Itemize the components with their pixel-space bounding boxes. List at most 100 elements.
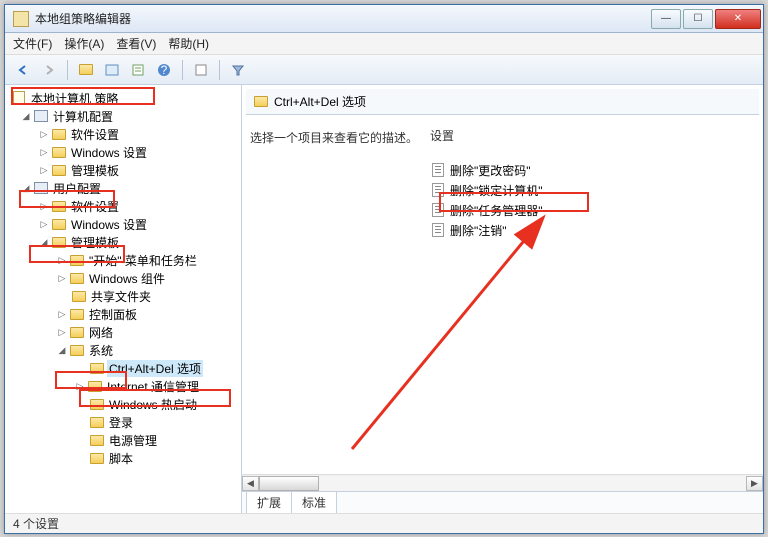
toolbar-separator	[67, 60, 68, 80]
tree-item[interactable]: ▷Windows 组件	[5, 269, 241, 287]
content-area: 本地计算机 策略 ◢计算机配置 ▷软件设置 ▷Windows 设置 ▷管理模板 …	[5, 85, 763, 513]
doc-icon	[11, 91, 27, 105]
collapse-icon[interactable]: ◢	[21, 183, 31, 193]
tree-user-config[interactable]: ◢用户配置	[5, 179, 241, 197]
tree-admin-templates[interactable]: ◢管理模板	[5, 233, 241, 251]
tree-item[interactable]: ▷Windows 设置	[5, 215, 241, 233]
tree-root[interactable]: 本地计算机 策略	[5, 89, 241, 107]
gpedit-window: 本地组策略编辑器 — ☐ ✕ 文件(F) 操作(A) 查看(V) 帮助(H) ?…	[4, 4, 764, 534]
tree-item[interactable]: ▷"开始" 菜单和任务栏	[5, 251, 241, 269]
close-button[interactable]: ✕	[715, 9, 761, 29]
tree-item[interactable]: 共享文件夹	[5, 287, 241, 305]
folder-icon	[89, 397, 105, 411]
titlebar: 本地组策略编辑器 — ☐ ✕	[5, 5, 763, 33]
menubar: 文件(F) 操作(A) 查看(V) 帮助(H)	[5, 33, 763, 55]
help-button[interactable]: ?	[152, 58, 176, 82]
back-button[interactable]	[11, 58, 35, 82]
forward-button[interactable]	[37, 58, 61, 82]
setting-item-logoff[interactable]: 删除"注销"	[430, 220, 759, 240]
folder-icon	[254, 96, 268, 107]
details-header: Ctrl+Alt+Del 选项	[246, 89, 759, 115]
expand-icon[interactable]: ▷	[39, 201, 49, 211]
tab-extended[interactable]: 扩展	[246, 491, 292, 513]
policy-tree: 本地计算机 策略 ◢计算机配置 ▷软件设置 ▷Windows 设置 ▷管理模板 …	[5, 85, 241, 471]
tree-item[interactable]: ▷软件设置	[5, 197, 241, 215]
scroll-track[interactable]	[259, 476, 746, 491]
tree-item[interactable]: ▷Internet 通信管理	[5, 377, 241, 395]
tree-item[interactable]: 脚本	[5, 449, 241, 467]
setting-icon	[430, 182, 446, 198]
tree-item[interactable]: ▷网络	[5, 323, 241, 341]
window-controls: — ☐ ✕	[651, 9, 763, 29]
expand-icon[interactable]: ▷	[75, 381, 85, 391]
window-title: 本地组策略编辑器	[35, 10, 651, 27]
tree-item[interactable]: 电源管理	[5, 431, 241, 449]
menu-view[interactable]: 查看(V)	[116, 35, 156, 52]
collapse-icon[interactable]: ◢	[57, 345, 67, 355]
folder-icon	[69, 343, 85, 357]
folder-icon	[51, 163, 67, 177]
expand-icon[interactable]: ▷	[39, 219, 49, 229]
toolbar-separator	[182, 60, 183, 80]
minimize-button[interactable]: —	[651, 9, 681, 29]
details-body: 选择一个项目来查看它的描述。 设置 删除"更改密码" 删除"锁定计算机" 删除"…	[242, 119, 763, 474]
collapse-icon[interactable]: ◢	[39, 237, 49, 247]
setting-item-change-password[interactable]: 删除"更改密码"	[430, 160, 759, 180]
menu-help[interactable]: 帮助(H)	[168, 35, 209, 52]
folder-icon	[69, 271, 85, 285]
tree-system[interactable]: ◢系统	[5, 341, 241, 359]
folder-icon	[51, 235, 67, 249]
tree-computer-config[interactable]: ◢计算机配置	[5, 107, 241, 125]
tree-item[interactable]: ▷Windows 设置	[5, 143, 241, 161]
expand-icon[interactable]: ▷	[57, 309, 67, 319]
expand-icon[interactable]: ▷	[57, 327, 67, 337]
horizontal-scrollbar[interactable]: ◀ ▶	[242, 474, 763, 491]
tree-item[interactable]: ▷软件设置	[5, 125, 241, 143]
scroll-right-button[interactable]: ▶	[746, 476, 763, 491]
folder-icon	[89, 451, 105, 465]
folder-icon	[87, 379, 103, 393]
folder-icon	[71, 289, 87, 303]
menu-file[interactable]: 文件(F)	[13, 35, 52, 52]
setting-icon	[430, 202, 446, 218]
scroll-thumb[interactable]	[259, 476, 319, 491]
tree-panel: 本地计算机 策略 ◢计算机配置 ▷软件设置 ▷Windows 设置 ▷管理模板 …	[5, 85, 242, 513]
description-text: 选择一个项目来查看它的描述。	[250, 127, 430, 474]
collapse-icon[interactable]: ◢	[21, 111, 31, 121]
export-button[interactable]	[126, 58, 150, 82]
folder-icon	[51, 217, 67, 231]
show-hide-tree-button[interactable]	[100, 58, 124, 82]
setting-item-task-manager[interactable]: 删除"任务管理器"	[430, 200, 759, 220]
folder-icon	[51, 145, 67, 159]
menu-action[interactable]: 操作(A)	[64, 35, 104, 52]
toolbar: ?	[5, 55, 763, 85]
folder-icon	[51, 127, 67, 141]
folder-icon	[89, 361, 105, 375]
app-icon	[13, 11, 29, 27]
setting-item-lock-computer[interactable]: 删除"锁定计算机"	[430, 180, 759, 200]
tree-ctrl-alt-del[interactable]: Ctrl+Alt+Del 选项	[5, 359, 241, 377]
tree-item[interactable]: Windows 热启动	[5, 395, 241, 413]
tree-item[interactable]: ▷控制面板	[5, 305, 241, 323]
settings-list: 设置 删除"更改密码" 删除"锁定计算机" 删除"任务管理器" 删除"注销"	[430, 127, 759, 474]
maximize-button[interactable]: ☐	[683, 9, 713, 29]
tree-item[interactable]: ▷管理模板	[5, 161, 241, 179]
up-button[interactable]	[74, 58, 98, 82]
expand-icon[interactable]: ▷	[57, 273, 67, 283]
column-header-setting[interactable]: 设置	[430, 127, 759, 148]
scroll-left-button[interactable]: ◀	[242, 476, 259, 491]
setting-icon	[430, 162, 446, 178]
tree-item[interactable]: 登录	[5, 413, 241, 431]
properties-button[interactable]	[189, 58, 213, 82]
tab-standard[interactable]: 标准	[291, 491, 337, 513]
expand-icon[interactable]: ▷	[39, 165, 49, 175]
folder-icon	[69, 253, 85, 267]
expand-icon[interactable]: ▷	[39, 129, 49, 139]
expand-icon[interactable]: ▷	[39, 147, 49, 157]
expand-icon[interactable]: ▷	[57, 255, 67, 265]
status-text: 4 个设置	[13, 515, 59, 532]
folder-icon	[69, 307, 85, 321]
svg-text:?: ?	[161, 63, 168, 77]
statusbar: 4 个设置	[5, 513, 763, 533]
filter-button[interactable]	[226, 58, 250, 82]
